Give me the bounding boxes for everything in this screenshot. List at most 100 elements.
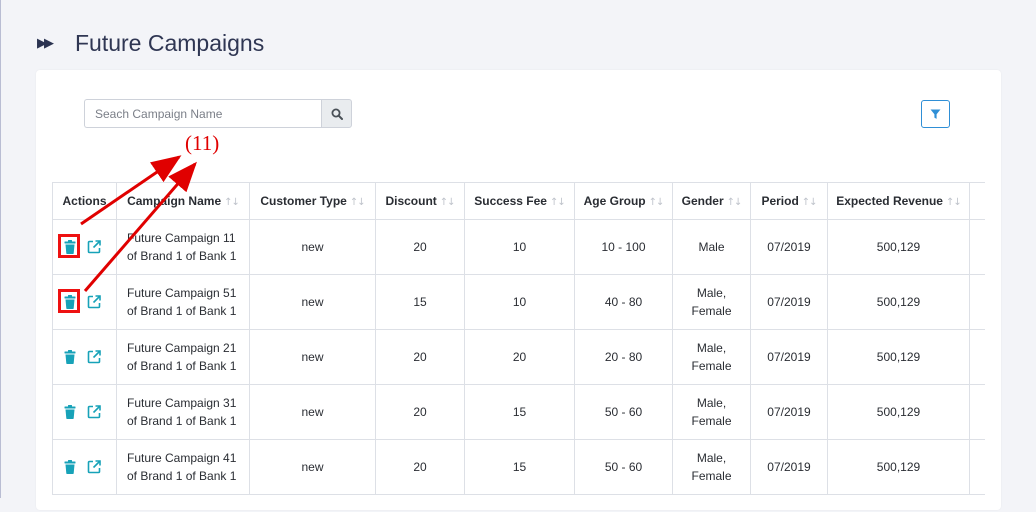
actions-cell xyxy=(52,219,117,275)
sort-icon[interactable]: ↑↓ xyxy=(440,197,456,208)
campaign-name-line2: of Brand 1 of Bank 1 xyxy=(127,414,237,428)
customer-type-cell: new xyxy=(249,439,376,495)
column-header-expected-revenue[interactable]: Expected Revenue ↑↓ xyxy=(827,182,970,220)
column-header-customer-type[interactable]: Customer Type ↑↓ xyxy=(249,182,376,220)
external-link-icon xyxy=(87,460,101,474)
campaign-name-line2: of Brand 1 of Bank 1 xyxy=(127,469,237,483)
campaign-name-line2: of Brand 1 of Bank 1 xyxy=(127,304,237,318)
campaign-name-line1: Future Campaign 11 xyxy=(127,231,236,245)
period-cell: 07/2019 xyxy=(750,329,828,385)
overflow-cell xyxy=(969,329,985,385)
period-cell: 07/2019 xyxy=(750,384,828,440)
discount-cell: 20 xyxy=(375,439,465,495)
success-fee-cell: 10 xyxy=(464,274,575,330)
column-header-overflow xyxy=(969,182,985,220)
open-button[interactable] xyxy=(85,458,103,476)
gender-cell: Male xyxy=(672,219,751,275)
sort-icon[interactable]: ↑↓ xyxy=(727,197,743,208)
period-cell: 07/2019 xyxy=(750,219,828,275)
age-group-cell: 50 - 60 xyxy=(574,439,673,495)
success-fee-cell: 15 xyxy=(464,384,575,440)
gender-line1: Male, xyxy=(696,451,727,465)
column-header-success-fee[interactable]: Success Fee ↑↓ xyxy=(464,182,575,220)
column-header-actions: Actions xyxy=(52,182,117,220)
gender-line2: Female xyxy=(691,304,732,318)
delete-button[interactable] xyxy=(61,458,79,476)
success-fee-cell: 15 xyxy=(464,439,575,495)
age-group-cell: 40 - 80 xyxy=(574,274,673,330)
age-group-cell: 50 - 60 xyxy=(574,384,673,440)
discount-cell: 20 xyxy=(375,219,465,275)
open-button[interactable] xyxy=(85,293,103,311)
campaign-name-line2: of Brand 1 of Bank 1 xyxy=(127,359,237,373)
actions-cell xyxy=(52,439,117,495)
expected-revenue-cell: 500,129 xyxy=(827,274,970,330)
trash-icon xyxy=(64,405,76,419)
delete-button[interactable] xyxy=(58,234,80,258)
gender-line1: Male, xyxy=(696,286,727,300)
trash-icon xyxy=(64,240,76,254)
age-group-cell: 20 - 80 xyxy=(574,329,673,385)
gender-cell: Male, Female xyxy=(672,329,751,385)
delete-button[interactable] xyxy=(58,289,80,313)
sort-icon[interactable]: ↑↓ xyxy=(946,197,962,208)
campaign-name-line1: Future Campaign 31 xyxy=(127,396,237,410)
customer-type-cell: new xyxy=(249,274,376,330)
campaign-name-cell: Future Campaign 51 of Brand 1 of Bank 1 xyxy=(116,274,250,330)
campaign-name-cell: Future Campaign 41 of Brand 1 of Bank 1 xyxy=(116,439,250,495)
sort-icon[interactable]: ↑↓ xyxy=(224,197,240,208)
actions-cell xyxy=(52,274,117,330)
customer-type-cell: new xyxy=(249,219,376,275)
campaigns-table-wrapper: Actions Campaign Name ↑↓ Customer Type ↑↓ … xyxy=(52,182,985,512)
search-button[interactable] xyxy=(321,99,352,128)
table-header-row: Actions Campaign Name ↑↓ Customer Type ↑↓ … xyxy=(52,182,985,220)
period-cell: 07/2019 xyxy=(750,439,828,495)
column-header-campaign-name[interactable]: Campaign Name ↑↓ xyxy=(116,182,250,220)
gender-cell: Male, Female xyxy=(672,384,751,440)
overflow-cell xyxy=(969,439,985,495)
fast-forward-icon: ▶▶ xyxy=(37,35,54,51)
column-header-age-group[interactable]: Age Group ↑↓ xyxy=(574,182,673,220)
sort-icon[interactable]: ↑↓ xyxy=(649,197,665,208)
delete-button[interactable] xyxy=(61,403,79,421)
filter-button[interactable] xyxy=(921,100,950,128)
delete-button[interactable] xyxy=(61,348,79,366)
gender-line1: Male xyxy=(698,240,725,254)
column-header-discount[interactable]: Discount ↑↓ xyxy=(375,182,465,220)
discount-cell: 20 xyxy=(375,384,465,440)
campaign-name-line1: Future Campaign 51 xyxy=(127,286,237,300)
gender-line2: Female xyxy=(691,469,732,483)
actions-cell xyxy=(52,329,117,385)
sort-icon[interactable]: ↑↓ xyxy=(802,197,818,208)
open-button[interactable] xyxy=(85,238,103,256)
gender-cell: Male, Female xyxy=(672,274,751,330)
gender-line2: Female xyxy=(691,414,732,428)
overflow-cell xyxy=(969,219,985,275)
search-input[interactable] xyxy=(84,99,321,128)
trash-icon xyxy=(64,295,76,309)
campaign-name-cell: Future Campaign 21 of Brand 1 of Bank 1 xyxy=(116,329,250,385)
table-row: Future Campaign 11 of Brand 1 of Bank 1 … xyxy=(52,219,985,275)
sort-icon[interactable]: ↑↓ xyxy=(350,197,366,208)
external-link-icon xyxy=(87,295,101,309)
sort-icon[interactable]: ↑↓ xyxy=(550,197,566,208)
customer-type-cell: new xyxy=(249,384,376,440)
success-fee-cell: 20 xyxy=(464,329,575,385)
column-header-gender[interactable]: Gender ↑↓ xyxy=(672,182,751,220)
table-row: Future Campaign 41 of Brand 1 of Bank 1 … xyxy=(52,439,985,495)
expected-revenue-cell: 500,129 xyxy=(827,439,970,495)
success-fee-cell: 10 xyxy=(464,219,575,275)
campaign-name-cell: Future Campaign 11 of Brand 1 of Bank 1 xyxy=(116,219,250,275)
customer-type-cell: new xyxy=(249,329,376,385)
search-group xyxy=(84,99,352,128)
campaign-name-line2: of Brand 1 of Bank 1 xyxy=(127,249,237,263)
open-button[interactable] xyxy=(85,403,103,421)
external-link-icon xyxy=(87,350,101,364)
table-row: Future Campaign 21 of Brand 1 of Bank 1 … xyxy=(52,329,985,385)
actions-cell xyxy=(52,384,117,440)
campaign-name-line1: Future Campaign 21 xyxy=(127,341,237,355)
overflow-cell xyxy=(969,384,985,440)
open-button[interactable] xyxy=(85,348,103,366)
expected-revenue-cell: 500,129 xyxy=(827,219,970,275)
column-header-period[interactable]: Period ↑↓ xyxy=(750,182,828,220)
